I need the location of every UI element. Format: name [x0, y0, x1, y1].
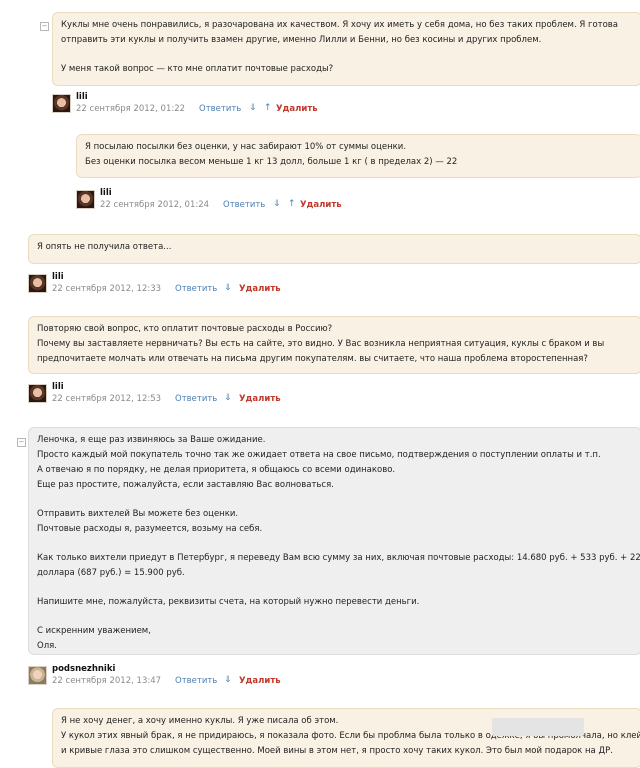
comment-text: Еще раз простите, пожалуйста, если заста… — [37, 480, 334, 490]
author-name[interactable]: podsnezhniki — [52, 664, 115, 674]
comment-bubble: Леночка, я еще раз извиняюсь за Ваше ожи… — [28, 427, 640, 655]
delete-link[interactable]: Удалить — [300, 200, 342, 210]
delete-link[interactable]: Удалить — [276, 104, 318, 114]
comment-text: отправить эти куклы и получить взамен др… — [61, 35, 542, 45]
comment-date: 22 сентября 2012, 12:33 — [52, 284, 162, 294]
comment-bubble: Куклы мне очень понравились, я разочаров… — [52, 12, 640, 86]
author-name[interactable]: lili — [100, 188, 112, 198]
comment-text: Леночка, я еще раз извиняюсь за Ваше ожи… — [37, 435, 266, 445]
comment-meta: lili 22 сентября 2012, 01:24 Ответить ⇓ … — [76, 188, 396, 218]
comment-text: Напишите мне, пожалуйста, реквизиты счет… — [37, 597, 420, 607]
comment-text: Повторяю свой вопрос, кто оплатит почтов… — [37, 324, 333, 334]
reply-link[interactable]: Ответить — [175, 284, 217, 294]
collapse-toggle-icon[interactable]: − — [17, 438, 26, 447]
avatar[interactable] — [28, 274, 47, 293]
comment-bubble: Повторяю свой вопрос, кто оплатит почтов… — [28, 316, 640, 374]
comment-date: 22 сентября 2012, 13:47 — [52, 676, 162, 686]
comment-text: Просто каждый мой покупатель точно так ж… — [37, 450, 601, 460]
reply-link[interactable]: Ответить — [223, 200, 265, 210]
comment-date: 22 сентября 2012, 12:53 — [52, 394, 162, 404]
comment-meta: lili 22 сентября 2012, 12:53 Ответить ⇓ … — [28, 382, 348, 412]
comment-meta: lili 22 сентября 2012, 12:33 Ответить ⇓ … — [28, 272, 348, 302]
author-name[interactable]: lili — [52, 272, 64, 282]
comment-text: А отвечаю я по порядку, не делая приорит… — [37, 465, 396, 475]
comment-text: Оля. — [37, 641, 57, 651]
author-name[interactable]: lili — [52, 382, 64, 392]
comment-text: доллара (687 руб.) = 15.900 руб. — [37, 568, 185, 578]
reply-link[interactable]: Ответить — [175, 394, 217, 404]
avatar[interactable] — [52, 94, 71, 113]
comment-text: У меня такой вопрос — кто мне оплатит по… — [61, 64, 334, 74]
comment-text: Отправить вихтелей Вы можете без оценки. — [37, 509, 239, 519]
comment-text: Как только вихтели приедут в Петербург, … — [37, 553, 640, 563]
blurred-overlay — [492, 718, 584, 736]
comment-date: 22 сентября 2012, 01:24 — [100, 200, 210, 210]
comment-date: 22 сентября 2012, 01:22 — [76, 104, 186, 114]
arrow-up-icon[interactable]: ↑ — [264, 103, 272, 113]
arrow-down-icon[interactable]: ⇓ — [224, 393, 232, 403]
arrow-down-icon[interactable]: ⇓ — [224, 283, 232, 293]
arrow-down-icon[interactable]: ⇓ — [224, 675, 232, 685]
avatar[interactable] — [76, 190, 95, 209]
comment-text: Почтовые расходы я, разумеется, возьму н… — [37, 524, 263, 534]
comment-bubble: Я посылаю посылки без оценки, у нас заби… — [76, 134, 640, 178]
comment-text: Куклы мне очень понравились, я разочаров… — [61, 20, 619, 30]
comment-bubble: Я не хочу денег, а хочу именно куклы. Я … — [52, 708, 640, 768]
comment-text: и кривые глаза это слишком существенно. … — [61, 746, 613, 756]
arrow-down-icon[interactable]: ⇓ — [273, 199, 281, 209]
delete-link[interactable]: Удалить — [239, 394, 281, 404]
author-name[interactable]: lili — [76, 92, 88, 102]
comment-text: Почему вы заставляете нервничать? Вы ест… — [37, 339, 605, 349]
comment-text: Я посылаю посылки без оценки, у нас заби… — [85, 142, 407, 152]
reply-link[interactable]: Ответить — [175, 676, 217, 686]
comment-text: предпочитаете молчать или отвечать на пи… — [37, 354, 588, 364]
avatar[interactable] — [28, 384, 47, 403]
collapse-toggle-icon[interactable]: − — [40, 22, 49, 31]
comment-meta: lili 22 сентября 2012, 01:22 Ответить ⇓ … — [52, 92, 372, 122]
comment-text: Без оценки посылка весом меньше 1 кг 13 … — [85, 157, 458, 167]
arrow-up-icon[interactable]: ↑ — [288, 199, 296, 209]
reply-link[interactable]: Ответить — [199, 104, 241, 114]
avatar[interactable] — [28, 666, 47, 685]
delete-link[interactable]: Удалить — [239, 676, 281, 686]
arrow-down-icon[interactable]: ⇓ — [249, 103, 257, 113]
comment-text: Я опять не получила ответа... — [37, 242, 172, 252]
comment-bubble: Я опять не получила ответа... — [28, 234, 640, 264]
delete-link[interactable]: Удалить — [239, 284, 281, 294]
comment-text: С искренним уважением, — [37, 626, 151, 636]
comment-meta: podsnezhniki 22 сентября 2012, 13:47 Отв… — [28, 664, 348, 694]
